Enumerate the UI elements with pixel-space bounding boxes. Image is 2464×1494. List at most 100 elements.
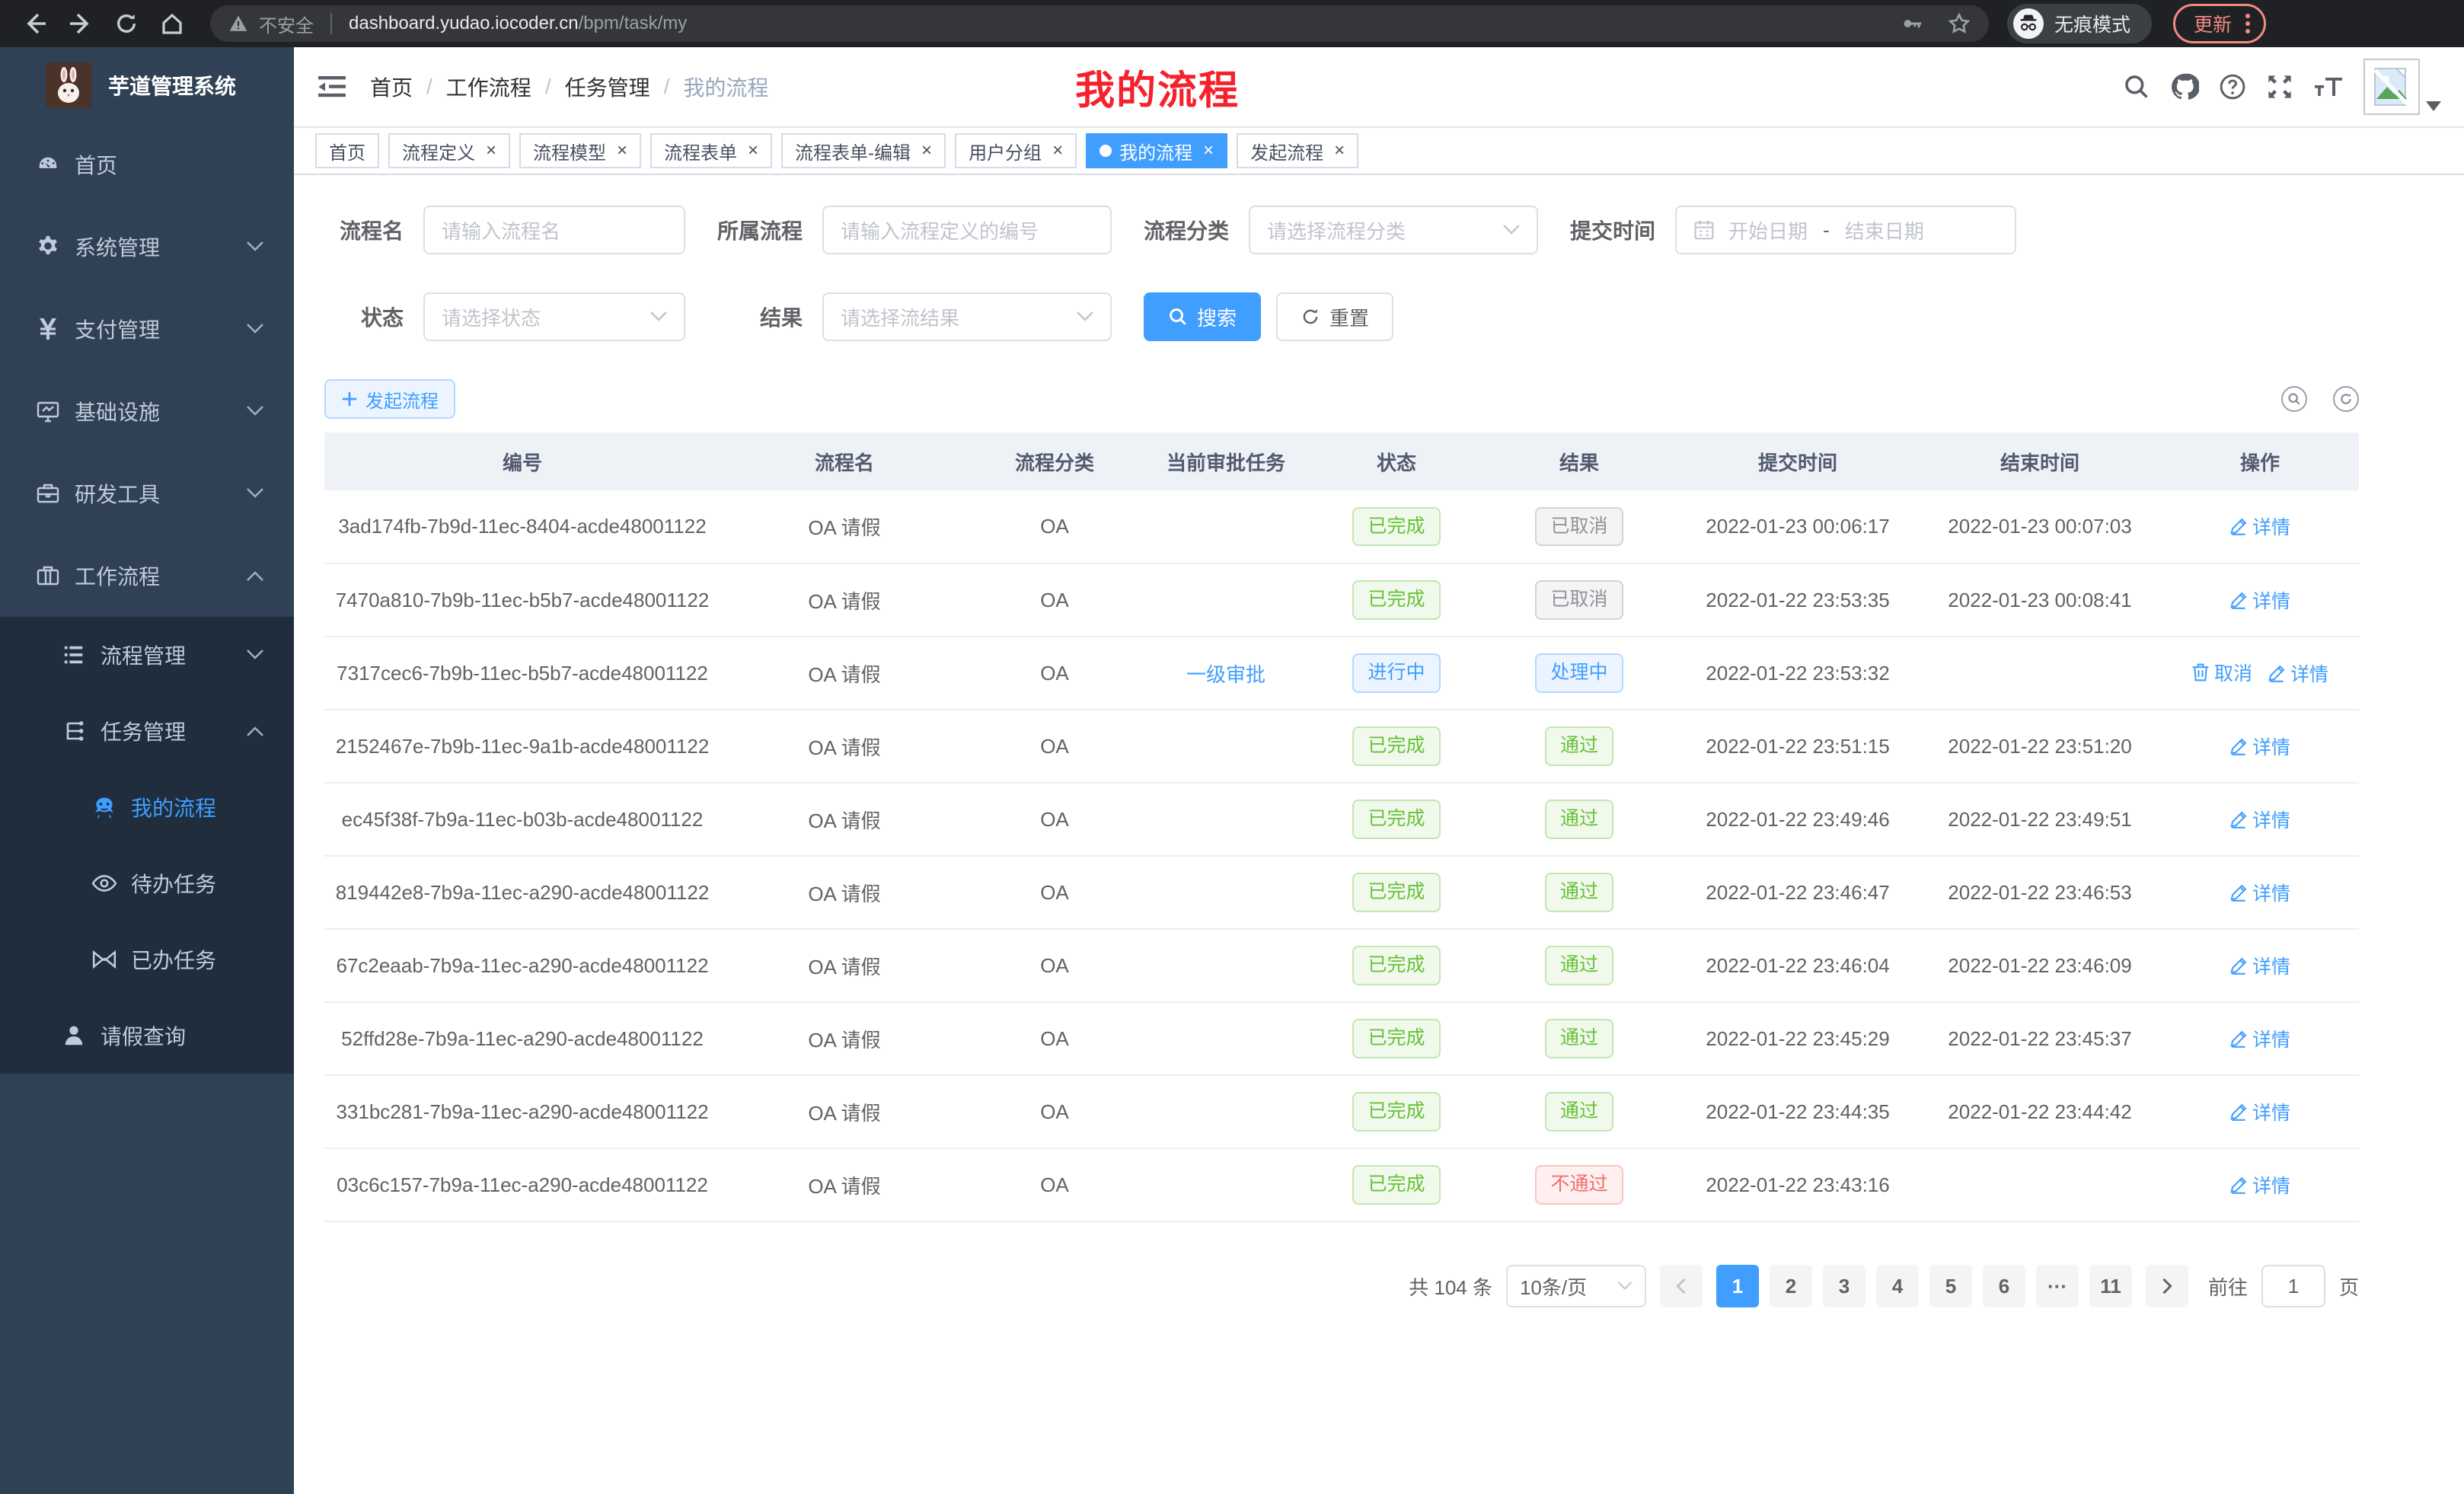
submit-time-range-picker[interactable]: 开始日期 - 结束日期 (1675, 206, 2016, 254)
close-icon[interactable]: × (486, 142, 496, 160)
browser-back-button[interactable] (15, 4, 55, 43)
sidebar-item-8[interactable]: 我的流程 (0, 769, 294, 845)
avatar[interactable] (2363, 59, 2420, 115)
detail-action-link[interactable]: 详情 (2229, 806, 2290, 833)
sidebar-item-5[interactable]: 工作流程 (0, 535, 294, 617)
search-button[interactable]: 搜索 (1144, 292, 1261, 341)
address-bar[interactable]: 不安全 dashboard.yudao.iocoder.cn/bpm/task/… (210, 5, 1989, 42)
app-logo-image (46, 62, 91, 108)
font-size-icon[interactable] (2313, 75, 2344, 99)
help-icon[interactable] (2219, 73, 2246, 101)
page-button-5[interactable]: 5 (1929, 1265, 1972, 1307)
tab-4[interactable]: 流程表单-编辑× (781, 133, 946, 168)
detail-action-link[interactable]: 详情 (2229, 512, 2290, 540)
page-button-11[interactable]: 11 (2089, 1265, 2132, 1307)
tab-3[interactable]: 流程表单× (650, 133, 772, 168)
close-icon[interactable]: × (748, 142, 758, 160)
github-icon[interactable] (2170, 72, 2199, 101)
sidebar-item-6[interactable]: 流程管理 (0, 617, 294, 693)
close-icon[interactable]: × (1052, 142, 1063, 160)
detail-action-link[interactable]: 详情 (2229, 879, 2290, 906)
show-search-toggle-icon[interactable] (2281, 386, 2307, 412)
detail-action-link[interactable]: 详情 (2229, 1098, 2290, 1125)
browser-forward-button[interactable] (61, 4, 101, 43)
page-button-1[interactable]: 1 (1716, 1265, 1759, 1307)
sidebar-item-0[interactable]: 首页 (0, 123, 294, 206)
reset-button[interactable]: 重置 (1276, 292, 1393, 341)
sidebar-item-7[interactable]: 任务管理 (0, 693, 294, 769)
status-select[interactable]: 请选择状态 (423, 292, 685, 341)
close-icon[interactable]: × (1203, 142, 1214, 160)
next-page-button[interactable] (2146, 1265, 2188, 1307)
cell-current-task (1141, 490, 1311, 563)
page-button-3[interactable]: 3 (1823, 1265, 1866, 1307)
detail-action-link[interactable]: 详情 (2229, 1171, 2290, 1199)
cell-status: 已完成 (1311, 929, 1482, 1002)
browser-reload-button[interactable] (107, 4, 146, 43)
tab-1[interactable]: 流程定义× (388, 133, 510, 168)
current-task-link[interactable]: 一级审批 (1186, 663, 1266, 686)
cell-current-task (1141, 1075, 1311, 1148)
category-select[interactable]: 请选择流程分类 (1249, 206, 1538, 254)
close-icon[interactable]: × (617, 142, 627, 160)
sidebar-item-label: 我的流程 (131, 792, 216, 822)
tab-6[interactable]: 我的流程× (1086, 133, 1227, 168)
action-label: 详情 (2252, 512, 2290, 540)
page-button-6[interactable]: 6 (1983, 1265, 2025, 1307)
tab-0[interactable]: 首页 (315, 133, 379, 168)
detail-action-link[interactable]: 详情 (2229, 952, 2290, 979)
page-size-select[interactable]: 10条/页 (1506, 1265, 1646, 1307)
close-icon[interactable]: × (1334, 142, 1345, 160)
tab-2[interactable]: 流程模型× (519, 133, 641, 168)
cell-id: ec45f38f-7b9a-11ec-b03b-acde48001122 (324, 783, 720, 856)
fullscreen-icon[interactable] (2266, 73, 2293, 101)
result-select[interactable]: 请选择流结果 (822, 292, 1112, 341)
sidebar-collapse-button[interactable] (317, 73, 347, 101)
sidebar-item-4[interactable]: 研发工具 (0, 452, 294, 535)
tab-7[interactable]: 发起流程× (1237, 133, 1358, 168)
breadcrumb-workflow[interactable]: 工作流程 (446, 72, 531, 102)
sidebar-item-9[interactable]: 待办任务 (0, 845, 294, 921)
detail-action-link[interactable]: 详情 (2229, 586, 2290, 614)
cancel-action-link[interactable]: 取消 (2191, 659, 2252, 686)
cell-category: OA (969, 490, 1141, 563)
sidebar-item-10[interactable]: 已办任务 (0, 921, 294, 998)
url-path[interactable]: /bpm/task/my (579, 13, 688, 34)
sidebar-item-2[interactable]: 支付管理 (0, 288, 294, 370)
goto-page-input[interactable] (2261, 1265, 2325, 1307)
detail-action-link[interactable]: 详情 (2268, 659, 2328, 687)
security-label[interactable]: 不安全 (259, 11, 314, 37)
sidebar-item-3[interactable]: 基础设施 (0, 370, 294, 452)
bookmark-star-icon[interactable] (1948, 12, 1971, 35)
app-logo-row[interactable]: 芋道管理系统 (0, 47, 294, 123)
sidebar-item-1[interactable]: 系统管理 (0, 206, 294, 288)
sidebar-item-11[interactable]: 请假查询 (0, 998, 294, 1074)
detail-action-link[interactable]: 详情 (2229, 1025, 2290, 1052)
close-icon[interactable]: × (921, 142, 932, 160)
url-host[interactable]: dashboard.yudao.iocoder.cn (349, 13, 579, 34)
cell-current-task (1141, 856, 1311, 929)
pagination-total: 共 104 条 (1409, 1272, 1492, 1301)
browser-update-button[interactable]: 更新 (2173, 4, 2266, 43)
search-icon[interactable] (2123, 73, 2150, 101)
process-definition-input[interactable]: 请输入流程定义的编号 (822, 206, 1112, 254)
browser-menu-icon[interactable] (2245, 14, 2250, 34)
key-icon[interactable] (1901, 12, 1923, 35)
browser-home-button[interactable] (152, 4, 192, 43)
page-button-2[interactable]: 2 (1770, 1265, 1812, 1307)
cell-submit-time: 2022-01-22 23:53:35 (1677, 563, 1919, 637)
table-row: 2152467e-7b9b-11ec-9a1b-acde48001122OA 请… (324, 710, 2359, 783)
breadcrumb-task[interactable]: 任务管理 (565, 72, 650, 102)
breadcrumb: 首页/ 工作流程/ 任务管理/ 我的流程 (370, 72, 768, 102)
start-process-button[interactable]: 发起流程 (324, 379, 455, 419)
user-menu[interactable] (2363, 59, 2441, 115)
breadcrumb-home[interactable]: 首页 (370, 72, 413, 102)
action-label: 详情 (2252, 586, 2290, 614)
page-button-4[interactable]: 4 (1876, 1265, 1919, 1307)
detail-action-link[interactable]: 详情 (2229, 733, 2290, 760)
process-name-input[interactable]: 请输入流程名 (423, 206, 685, 254)
tab-5[interactable]: 用户分组× (955, 133, 1077, 168)
cell-process-name-text: OA 请假 (808, 956, 880, 978)
prev-page-button[interactable] (1660, 1265, 1703, 1307)
refresh-table-icon[interactable] (2333, 386, 2359, 412)
